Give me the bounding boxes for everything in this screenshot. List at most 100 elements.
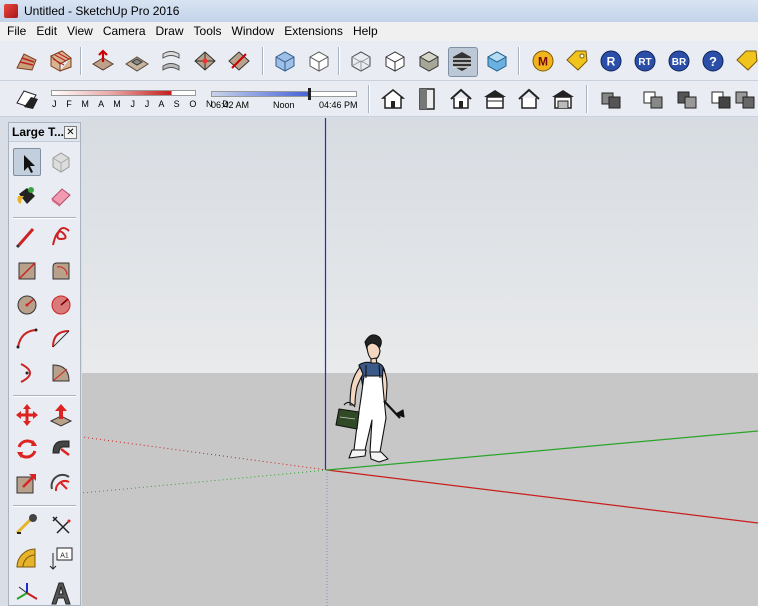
house-share-component-icon[interactable]: [448, 86, 474, 112]
three-point-arc-tool-icon[interactable]: [13, 359, 41, 387]
component-options-icon[interactable]: [640, 86, 666, 112]
extension-warehouse-icon[interactable]: [482, 86, 508, 112]
top-view-icon[interactable]: [306, 48, 332, 74]
component-browser-icon[interactable]: [732, 86, 758, 112]
menu-file[interactable]: File: [2, 22, 31, 41]
line-tool-icon[interactable]: [13, 223, 41, 251]
rectangle-tool-icon[interactable]: [13, 257, 41, 285]
menu-edit[interactable]: Edit: [31, 22, 62, 41]
freehand-tool-icon[interactable]: [47, 223, 75, 251]
menu-tools[interactable]: Tools: [189, 22, 227, 41]
red-axis-negative-line: [82, 436, 328, 471]
extension-rt-label: RT: [638, 57, 651, 68]
menu-bar: File Edit View Camera Draw Tools Window …: [0, 22, 758, 41]
extension-tag-icon[interactable]: [734, 48, 758, 74]
protractor-tool-icon[interactable]: [13, 545, 41, 573]
wireframe-style-icon[interactable]: [382, 48, 408, 74]
component-attributes-icon[interactable]: [674, 86, 700, 112]
arc-tool-icon[interactable]: [13, 325, 41, 353]
generate-report-icon[interactable]: [708, 86, 734, 112]
shadow-time-thumb[interactable]: [308, 88, 311, 100]
shadow-settings-icon[interactable]: [14, 85, 38, 109]
scale-tool-icon[interactable]: [13, 469, 41, 497]
shadow-date-slider-track: [172, 90, 196, 96]
garage-icon[interactable]: [550, 86, 576, 112]
move-tool-icon[interactable]: [13, 401, 41, 429]
extension-m-label: M: [538, 55, 548, 69]
stamp-icon[interactable]: [124, 48, 150, 74]
iso-view-icon[interactable]: [272, 48, 298, 74]
shadow-time-slider[interactable]: [211, 91, 309, 97]
title-bar: Untitled - SketchUp Pro 2016: [0, 0, 758, 22]
menu-help[interactable]: Help: [348, 22, 383, 41]
warehouse-get-models-icon[interactable]: [380, 86, 406, 112]
large-tool-set-panel: Large T... ✕ A1: [8, 122, 81, 606]
red-axis-line: [326, 469, 758, 524]
sandbox-from-contours-icon[interactable]: [14, 48, 40, 74]
sketchup-logo-icon: [4, 4, 18, 18]
menu-view[interactable]: View: [62, 22, 98, 41]
eraser-icon[interactable]: [47, 182, 75, 210]
green-axis-line: [326, 430, 758, 471]
drape-icon[interactable]: [158, 48, 184, 74]
extension-r-label: R: [607, 55, 616, 69]
text-tool-icon[interactable]: A1: [47, 545, 75, 573]
axes-tool-icon[interactable]: [13, 579, 41, 606]
polygon-tool-icon[interactable]: [47, 291, 75, 319]
house-outline-icon[interactable]: [516, 86, 542, 112]
offset-tool-icon[interactable]: [47, 469, 75, 497]
3d-text-tool-icon[interactable]: [47, 579, 75, 606]
menu-extensions[interactable]: Extensions: [279, 22, 348, 41]
sandbox-from-scratch-icon[interactable]: [48, 48, 74, 74]
window-title: Untitled - SketchUp Pro 2016: [24, 4, 180, 18]
menu-window[interactable]: Window: [227, 22, 280, 41]
warehouse-share-model-icon[interactable]: [414, 86, 440, 112]
green-axis-negative-line: [82, 469, 328, 494]
close-icon[interactable]: ✕: [64, 125, 77, 139]
extension-m-button[interactable]: M: [530, 48, 556, 74]
text-tool-label: A1: [60, 553, 69, 560]
axes-and-model: [82, 118, 758, 606]
shaded-textures-style-icon[interactable]: [448, 47, 478, 77]
time-start-label: 06:42 AM: [211, 100, 250, 110]
xray-style-icon[interactable]: [348, 48, 374, 74]
tag-extension-icon[interactable]: [564, 48, 590, 74]
add-detail-icon[interactable]: [192, 48, 218, 74]
two-point-arc-tool-icon[interactable]: [47, 325, 75, 353]
help-question-label: ?: [709, 54, 717, 69]
pie-tool-icon[interactable]: [47, 359, 75, 387]
circle-tool-icon[interactable]: [13, 291, 41, 319]
scale-figure-person[interactable]: [335, 334, 405, 463]
extension-br-button[interactable]: BR: [666, 48, 692, 74]
rotate-tool-icon[interactable]: [13, 435, 41, 463]
rotated-rectangle-tool-icon[interactable]: [47, 257, 75, 285]
tape-measure-tool-icon[interactable]: [13, 511, 41, 539]
extension-rt-button[interactable]: RT: [632, 48, 658, 74]
push-pull-tool-icon[interactable]: [47, 401, 75, 429]
extension-br-label: BR: [672, 57, 687, 68]
make-component-tool-icon[interactable]: [47, 148, 75, 176]
follow-me-tool-icon[interactable]: [47, 435, 75, 463]
dimension-tool-icon[interactable]: [47, 511, 75, 539]
monochrome-style-icon[interactable]: [484, 48, 510, 74]
menu-camera[interactable]: Camera: [98, 22, 151, 41]
panel-header[interactable]: Large T... ✕: [9, 123, 80, 142]
time-noon-label: Noon: [273, 100, 295, 110]
menu-draw[interactable]: Draw: [151, 22, 189, 41]
smoove-icon[interactable]: [90, 48, 116, 74]
paint-bucket-icon[interactable]: [13, 182, 41, 210]
make-component-icon[interactable]: [598, 86, 624, 112]
modeling-viewport[interactable]: [82, 118, 758, 606]
sketchup-window: Untitled - SketchUp Pro 2016 File Edit V…: [0, 0, 758, 606]
select-tool-icon[interactable]: [13, 148, 41, 176]
help-button[interactable]: ?: [700, 48, 726, 74]
flip-edge-icon[interactable]: [226, 48, 252, 74]
toolbar-sandbox-views-styles: M R RT BR ?: [0, 41, 758, 81]
extension-r-button[interactable]: R: [598, 48, 624, 74]
shadow-time-slider-track: [309, 91, 357, 97]
month-labels: J F M A M J J A S O N D: [52, 99, 233, 109]
shadow-date-slider[interactable]: [51, 90, 172, 96]
shaded-style-icon[interactable]: [416, 48, 442, 74]
time-end-label: 04:46 PM: [319, 100, 358, 110]
panel-title: Large T...: [12, 125, 65, 139]
